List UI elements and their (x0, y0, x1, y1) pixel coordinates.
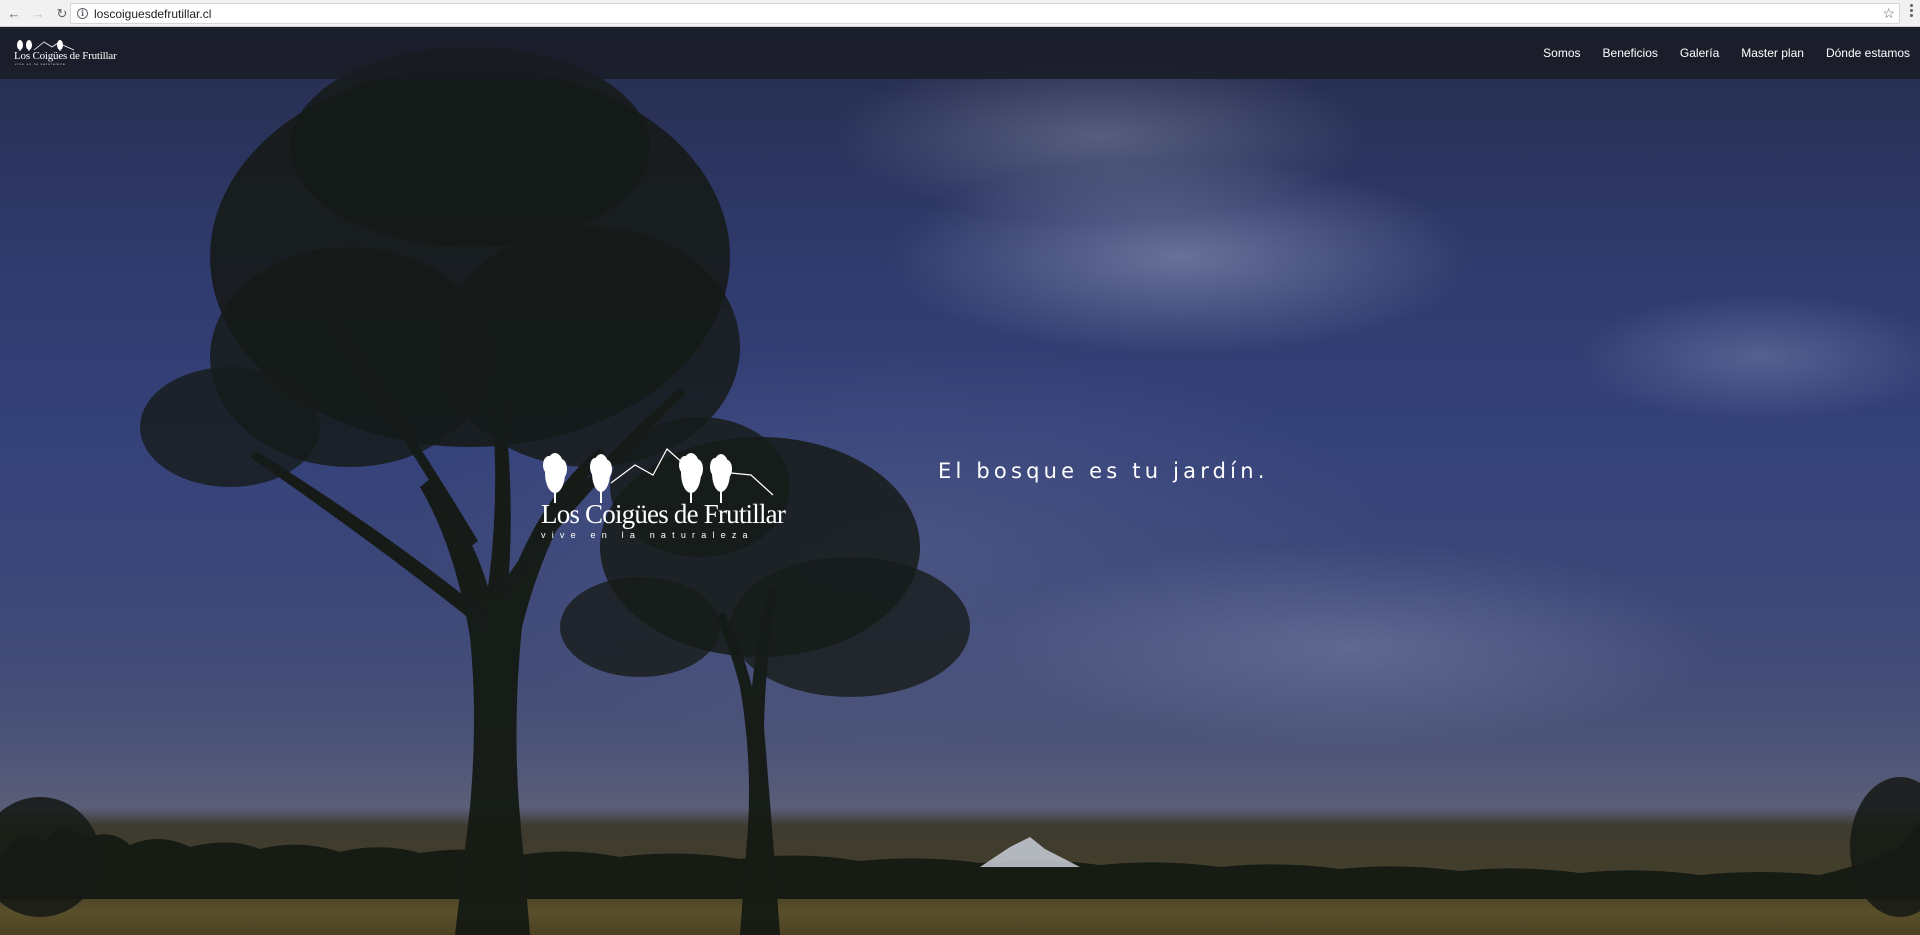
header-logo[interactable]: Los Coigües de Frutillar vive en la natu… (14, 37, 117, 67)
hero-logo-tagline: vive en la naturaleza (541, 530, 754, 540)
hero-tagline: El bosque es tu jardín. (938, 459, 1269, 483)
reload-button[interactable]: ↻ (52, 3, 72, 23)
reload-icon: ↻ (56, 5, 68, 21)
nav-link-master-plan[interactable]: Master plan (1741, 46, 1804, 60)
browser-menu-icon[interactable] (1906, 4, 1916, 24)
browser-toolbar: ← → ↻ i loscoiguesdefrutillar.cl ☆ (0, 0, 1920, 27)
nav-link-galeria[interactable]: Galería (1680, 46, 1719, 60)
address-bar[interactable]: i loscoiguesdefrutillar.cl ☆ (70, 3, 1900, 24)
forward-arrow-icon: → (31, 5, 45, 21)
back-button[interactable]: ← (4, 3, 24, 23)
site-info-icon[interactable]: i (77, 8, 88, 19)
hero-logo-name: Los Coigües de Frutillar (541, 499, 786, 529)
nav-link-beneficios[interactable]: Beneficios (1603, 46, 1658, 60)
hero-logo: Los Coigües de Frutillar vive en la natu… (537, 443, 817, 540)
header-logo-tagline: vive en la naturaleza (15, 62, 66, 66)
back-arrow-icon: ← (7, 5, 21, 21)
header-logo-trees-icon (17, 40, 75, 51)
forward-button[interactable]: → (28, 3, 48, 23)
nav-link-donde-estamos[interactable]: Dónde estamos (1826, 46, 1910, 60)
url-text: loscoiguesdefrutillar.cl (94, 6, 212, 21)
site-header: Los Coigües de Frutillar vive en la natu… (0, 27, 1920, 79)
nav-link-somos[interactable]: Somos (1543, 46, 1580, 60)
page-viewport: Los Coigües de Frutillar vive en la natu… (0, 27, 1920, 935)
header-logo-name: Los Coigües de Frutillar (14, 50, 117, 62)
bookmark-star-icon[interactable]: ☆ (1882, 4, 1895, 23)
hero-logo-trees-icon (543, 448, 774, 503)
main-navigation: Somos Beneficios Galería Master plan Dón… (1543, 27, 1920, 79)
